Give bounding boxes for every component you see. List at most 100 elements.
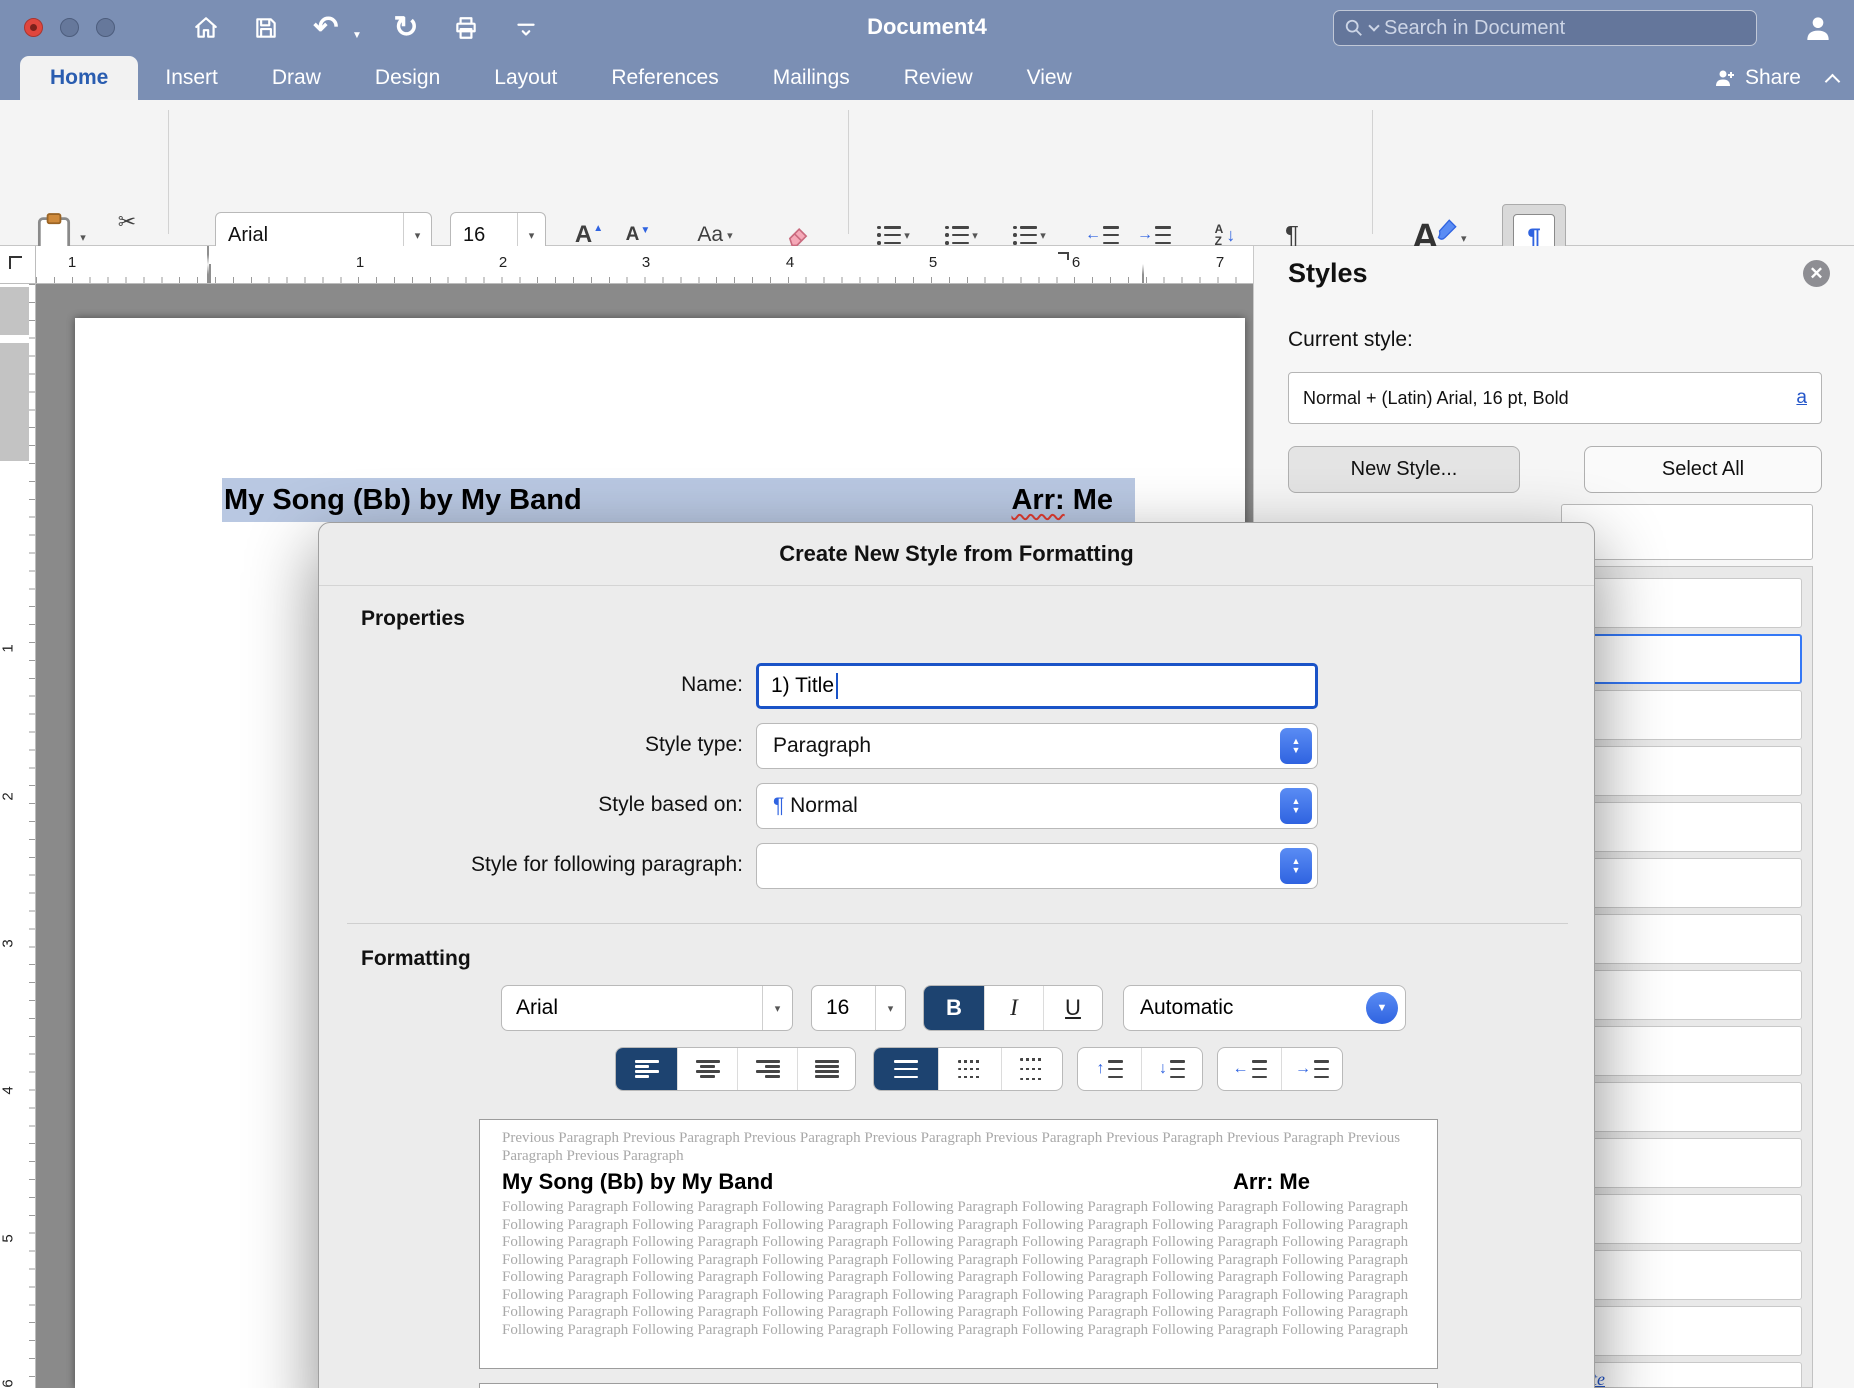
style-list-item[interactable] <box>1574 634 1802 684</box>
ruler-number: 1 <box>355 254 365 271</box>
style-list-item[interactable] <box>1574 1138 1802 1188</box>
style-preview: Previous Paragraph Previous Paragraph Pr… <box>479 1119 1438 1369</box>
stepper-icon[interactable]: ▲ ▼ <box>1280 788 1312 824</box>
search-input[interactable]: Search in Document <box>1333 10 1757 46</box>
style-list-item[interactable] <box>1574 1082 1802 1132</box>
name-label: Name: <box>681 673 743 696</box>
dialog-align-right-button[interactable] <box>737 1048 797 1090</box>
one-half-space-button[interactable] <box>938 1048 1001 1090</box>
share-label: Share <box>1744 66 1801 89</box>
account-icon[interactable] <box>1798 8 1838 48</box>
tab-selector-icon[interactable] <box>9 256 22 269</box>
double-space-button[interactable] <box>1001 1048 1062 1090</box>
style-preview-box[interactable] <box>1561 504 1813 560</box>
style-list-item[interactable] <box>1574 914 1802 964</box>
dialog-align-center-button[interactable] <box>677 1048 737 1090</box>
style-type-label: Style type: <box>644 733 743 756</box>
style-list-item[interactable] <box>1574 970 1802 1020</box>
dialog-color-select[interactable]: Automatic ▼ <box>1123 985 1406 1031</box>
share-button[interactable]: Share <box>1713 66 1801 90</box>
based-on-value: ¶ Normal <box>773 794 858 817</box>
ruler-number: 5 <box>0 1234 17 1243</box>
style-list-item[interactable] <box>1574 1250 1802 1300</box>
dialog-decrease-indent-button[interactable]: ← <box>1218 1048 1281 1090</box>
ruler-number: 2 <box>498 254 508 271</box>
right-tab-stop-marker[interactable] <box>1058 252 1069 260</box>
character-style-link[interactable]: a <box>1796 387 1807 409</box>
tab-draw[interactable]: Draw <box>245 56 348 100</box>
tab-layout[interactable]: Layout <box>467 56 584 100</box>
dialog-italic-button[interactable]: I <box>984 986 1043 1030</box>
dropdown-icon[interactable]: ▾ <box>888 1002 894 1015</box>
following-paragraph-text: Following Paragraph Following Paragraph … <box>502 1199 1409 1337</box>
dialog-underline-button[interactable]: U <box>1043 986 1102 1030</box>
style-type-select[interactable]: Paragraph ▲ ▼ <box>756 723 1318 769</box>
tab-home[interactable]: Home <box>20 56 139 100</box>
preview-title-text: My Song (Bb) by My Band <box>502 1169 774 1194</box>
style-list[interactable]: ote <box>1561 566 1813 1388</box>
dialog-increase-indent-button[interactable]: → <box>1281 1048 1342 1090</box>
dialog-font-name-value: Arial <box>516 996 559 1019</box>
tab-review[interactable]: Review <box>877 56 1000 100</box>
alignment-group <box>615 1047 856 1091</box>
select-all-button[interactable]: Select All <box>1584 446 1822 493</box>
style-description-box <box>479 1383 1438 1388</box>
ruler-corner <box>0 246 36 284</box>
font-size-value: 16 <box>463 223 486 246</box>
cut-icon[interactable]: ✂ <box>112 208 142 236</box>
style-name-input[interactable]: 1) Title <box>756 663 1318 709</box>
based-on-select[interactable]: ¶ Normal ▲ ▼ <box>756 783 1318 829</box>
arranger-text: Arr: Me <box>1011 483 1113 516</box>
style-list-item[interactable] <box>1574 690 1802 740</box>
styles-pane-title: Styles <box>1288 258 1368 288</box>
selected-title-line[interactable]: My Song (Bb) by My Band Arr: Me <box>222 478 1135 522</box>
hanging-indent-marker[interactable] <box>207 264 211 283</box>
stepper-icon[interactable]: ▲ ▼ <box>1280 728 1312 764</box>
dialog-bold-button[interactable]: B <box>924 986 984 1030</box>
first-line-indent-marker[interactable] <box>207 246 209 265</box>
tab-insert[interactable]: Insert <box>138 56 245 100</box>
following-paragraph-select[interactable]: ▲ ▼ <box>756 843 1318 889</box>
dropdown-icon[interactable]: ▾ <box>775 1002 781 1015</box>
font-size-dropdown-icon[interactable]: ▾ <box>529 229 535 242</box>
dialog-font-size-combo[interactable]: 16 ▾ <box>811 985 906 1031</box>
single-space-button[interactable] <box>874 1048 938 1090</box>
new-style-button[interactable]: New Style... <box>1288 446 1520 493</box>
style-list-item[interactable] <box>1574 1026 1802 1076</box>
font-name-dropdown-icon[interactable]: ▾ <box>415 229 421 242</box>
collapse-ribbon-icon[interactable] <box>1824 73 1841 89</box>
search-scope-chevron-icon[interactable] <box>1368 20 1380 32</box>
ribbon: ▾ Paste ✂ Arial ▾ 16 ▾ A▲ A▼ Aa▾ <box>0 100 1854 320</box>
dialog-font-name-combo[interactable]: Arial ▾ <box>501 985 793 1031</box>
style-list-item[interactable] <box>1574 746 1802 796</box>
dialog-align-left-button[interactable] <box>616 1048 677 1090</box>
title-bar: ↶ ▼ ↻ Document4 Search in Document <box>0 0 1854 56</box>
tab-references[interactable]: References <box>584 56 745 100</box>
style-type-value: Paragraph <box>773 734 872 757</box>
decrease-spacing-button[interactable]: ↓ <box>1141 1048 1202 1090</box>
style-list-item[interactable]: ote <box>1574 1362 1802 1387</box>
styles-dropdown-icon[interactable]: ▾ <box>1461 232 1467 245</box>
increase-spacing-button[interactable]: ↑ <box>1078 1048 1141 1090</box>
tab-design[interactable]: Design <box>348 56 467 100</box>
close-icon[interactable]: ✕ <box>1803 260 1830 287</box>
chevron-down-icon[interactable]: ▼ <box>1366 992 1398 1024</box>
ruler-number: 6 <box>1071 254 1081 271</box>
horizontal-ruler[interactable]: 1 1 2 3 4 5 6 7 <box>36 246 1253 284</box>
style-list-item[interactable] <box>1574 1306 1802 1356</box>
tab-view[interactable]: View <box>1000 56 1099 100</box>
right-indent-marker[interactable] <box>1142 264 1144 283</box>
line-spacing-group <box>873 1047 1063 1091</box>
paste-dropdown-icon[interactable]: ▾ <box>80 231 86 244</box>
style-list-item[interactable] <box>1574 858 1802 908</box>
dialog-color-value: Automatic <box>1140 996 1234 1019</box>
dialog-justify-button[interactable] <box>797 1048 855 1090</box>
style-list-item[interactable] <box>1574 578 1802 628</box>
vertical-ruler[interactable]: 1 2 3 4 5 6 <box>0 284 36 1388</box>
style-list-item[interactable] <box>1574 1194 1802 1244</box>
tab-mailings[interactable]: Mailings <box>746 56 877 100</box>
stepper-icon[interactable]: ▲ ▼ <box>1280 848 1312 884</box>
style-name-value: 1) Title <box>771 674 835 697</box>
ribbon-tab-row: Home Insert Draw Design Layout References Mail… <box>0 56 1854 100</box>
style-list-item[interactable] <box>1574 802 1802 852</box>
